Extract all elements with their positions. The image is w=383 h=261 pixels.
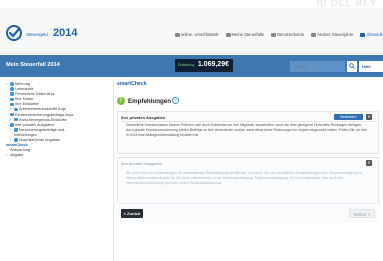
sidebar-item-label: Rentenversicherungsbeiträge Anja — [15, 112, 74, 117]
check-icon — [14, 117, 18, 122]
brand-year: 2014 — [53, 27, 78, 39]
link-abmelden[interactable]: Abmelde — [360, 32, 383, 37]
ghost-text: ID DEL HEY — [316, 0, 377, 8]
link-benutzerkonto[interactable]: Benutzerkonto — [271, 32, 304, 37]
sidebar: › Mehrung Lebenszeit Persönliche Daten Anja… — [0, 77, 114, 261]
check-icon — [14, 128, 18, 132]
help-button[interactable]: Hilfe — [359, 61, 383, 72]
check-icon — [10, 87, 14, 91]
sidebar-item-label: Ihre Einkünfte — [15, 102, 39, 107]
close-icon[interactable]: ✕ — [366, 160, 372, 166]
page-title: Mein Steuerfall 2014 — [6, 62, 60, 68]
back-button[interactable]: < Zurück — [121, 209, 143, 218]
sidebar-item-label: Abgabe — [10, 153, 24, 158]
link-andere-steuerjahre[interactable]: Andere Steuerjahre — [311, 32, 353, 37]
help-label: Hilfe — [362, 64, 371, 69]
sidebar-item-label: Versicherungsbeiträge und - — [19, 127, 67, 132]
user-icon — [271, 32, 277, 37]
lock-icon — [174, 32, 180, 37]
title-bar: Mein Steuerfall 2014 Erstattung 1.069,29… — [0, 55, 383, 77]
card-text: Sie steht Ihnen für Aufwendungen für hau… — [126, 171, 363, 185]
sidebar-item[interactable]: › Abgabe — [0, 153, 113, 158]
exclamation-icon: ! — [117, 97, 125, 105]
check-icon — [14, 138, 18, 142]
card-heading: Ihre privaten Ausgaben — [121, 115, 166, 120]
search-input[interactable] — [290, 61, 345, 72]
sidebar-item-label: smartCheck — [6, 143, 28, 148]
card-text: Gesetzliche Krankenkassen können Prämien… — [126, 123, 367, 137]
sidebar-item-label: Arbeitnehmereinkünfte Anja — [19, 107, 66, 112]
check-icon — [10, 97, 14, 102]
section-title: smartCheck — [117, 81, 147, 87]
recommendation-card: Ihre privaten Ausgaben Bearbeiten ✕ Gese… — [117, 111, 379, 154]
next-button[interactable]: Weiter > — [349, 209, 375, 218]
sidebar-item-label: Lebenszeit — [15, 87, 34, 92]
chevron-right-icon[interactable]: › — [6, 153, 9, 158]
sidebar-item-label: Auswertung — [10, 148, 31, 153]
search-button[interactable] — [347, 61, 357, 72]
edit-button[interactable]: Bearbeiten — [334, 114, 363, 120]
sidebar-item-label: Mehrung — [15, 82, 30, 86]
brand-name: Steuergeld — [26, 32, 48, 37]
recommendations-title: Empfehlungen — [128, 98, 171, 105]
sidebar-item-label: Abschließende Angaben — [19, 138, 61, 143]
app-header: Steuergeld 2014 online, verschlüsselt Me… — [0, 8, 383, 54]
recommendations-header: ! Empfehlungen ? — [117, 97, 383, 107]
check-icon — [10, 82, 14, 86]
search-icon — [349, 63, 355, 69]
online-indicator: online, verschlüsselt — [174, 32, 219, 37]
calendar-icon — [311, 32, 317, 37]
check-icon — [10, 92, 14, 96]
check-icon — [10, 102, 14, 107]
sidebar-item-label: Ihre Kinder — [15, 97, 34, 102]
close-icon[interactable]: ✕ — [366, 114, 372, 120]
footer-bar: < Zurück Weiter > — [117, 203, 379, 223]
grid-icon — [225, 32, 231, 37]
check-icon — [10, 112, 14, 117]
checkmark-logo-icon[interactable] — [6, 25, 22, 41]
check-icon — [10, 123, 14, 127]
question-icon[interactable]: ? — [172, 97, 179, 104]
check-icon — [14, 107, 18, 112]
sidebar-item-label: Persönliche Daten Anja — [15, 92, 55, 97]
top-band: ID DEL HEY — [0, 0, 383, 8]
refund-box: Erstattung 1.069,29€ — [175, 59, 233, 72]
top-links: online, verschlüsselt Meine Steuerfälle … — [174, 32, 383, 37]
refund-label: Erstattung — [178, 63, 195, 67]
card-heading: Ihre privaten Ausgaben — [121, 161, 163, 166]
sidebar-nav: › Mehrung Lebenszeit Persönliche Daten Anja… — [0, 77, 113, 158]
sidebar-item-label: Zwischenergebnis-Einkünfte — [19, 117, 67, 122]
link-meine-steuerfaelle[interactable]: Meine Steuerfälle — [225, 32, 264, 37]
divider — [121, 120, 377, 122]
sidebar-item-label: Ihre privaten Ausgaben — [15, 122, 55, 127]
power-icon — [360, 32, 366, 37]
main-content: smartCheck ! Empfehlungen ? Ihre private… — [115, 77, 383, 261]
sidebar-item-label: entrichtungen — [14, 132, 38, 137]
refund-value: 1.069,29€ — [197, 61, 229, 68]
